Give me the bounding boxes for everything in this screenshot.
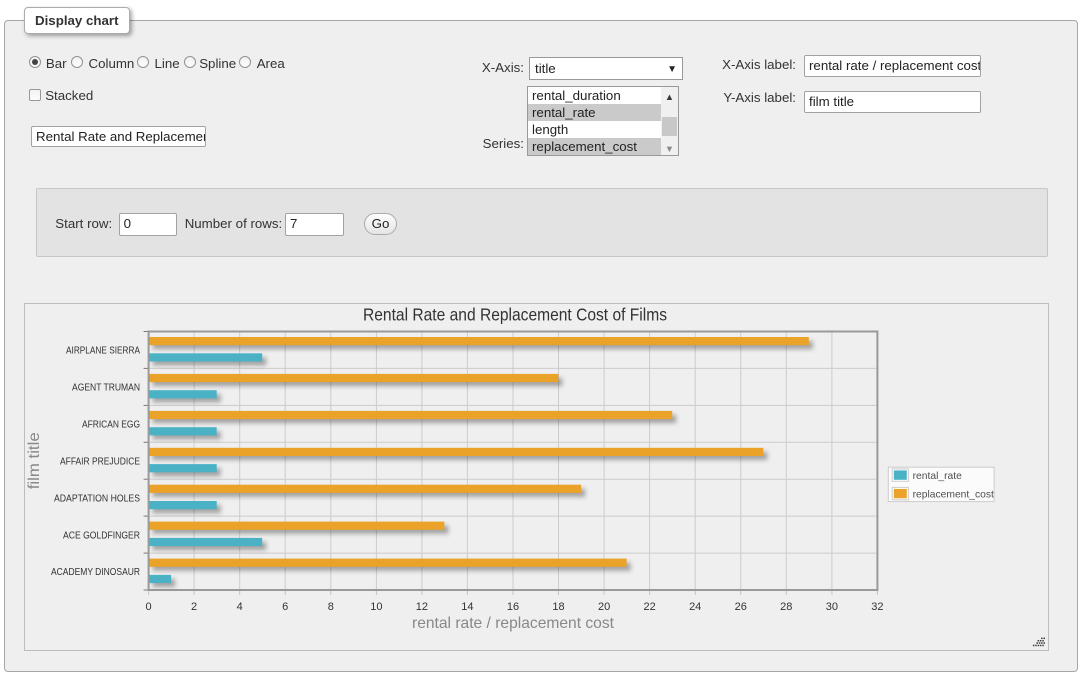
svg-text:20: 20 <box>598 601 610 613</box>
svg-text:0: 0 <box>146 601 152 613</box>
svg-text:film title: film title <box>26 432 43 489</box>
svg-text:AIRPLANE SIERRA: AIRPLANE SIERRA <box>66 346 140 357</box>
svg-text:ACE GOLDFINGER: ACE GOLDFINGER <box>63 530 140 541</box>
svg-text:2: 2 <box>191 601 197 613</box>
svg-text:ACADEMY DINOSAUR: ACADEMY DINOSAUR <box>51 567 140 578</box>
svg-text:22: 22 <box>643 601 655 613</box>
svg-text:12: 12 <box>416 601 428 613</box>
svg-text:6: 6 <box>282 601 288 613</box>
svg-text:24: 24 <box>689 601 701 613</box>
svg-text:16: 16 <box>507 601 519 613</box>
svg-text:replacement_cost: replacement_cost <box>913 490 994 501</box>
svg-text:AGENT TRUMAN: AGENT TRUMAN <box>72 383 140 394</box>
svg-text:AFRICAN EGG: AFRICAN EGG <box>82 420 140 431</box>
svg-text:rental_rate: rental_rate <box>913 471 963 482</box>
svg-text:ADAPTATION HOLES: ADAPTATION HOLES <box>54 493 140 504</box>
svg-text:Rental Rate and Replacement Co: Rental Rate and Replacement Cost of Film… <box>363 304 667 324</box>
svg-text:8: 8 <box>328 601 334 613</box>
svg-text:rental rate / replacement cost: rental rate / replacement cost <box>412 615 615 632</box>
svg-text:28: 28 <box>780 601 792 613</box>
svg-text:4: 4 <box>237 601 243 613</box>
svg-text:18: 18 <box>552 601 564 613</box>
svg-text:10: 10 <box>370 601 382 613</box>
svg-text:AFFAIR PREJUDICE: AFFAIR PREJUDICE <box>60 456 140 467</box>
svg-text:32: 32 <box>871 601 883 613</box>
svg-text:30: 30 <box>826 601 838 613</box>
svg-text:26: 26 <box>735 601 747 613</box>
svg-text:14: 14 <box>461 601 473 613</box>
